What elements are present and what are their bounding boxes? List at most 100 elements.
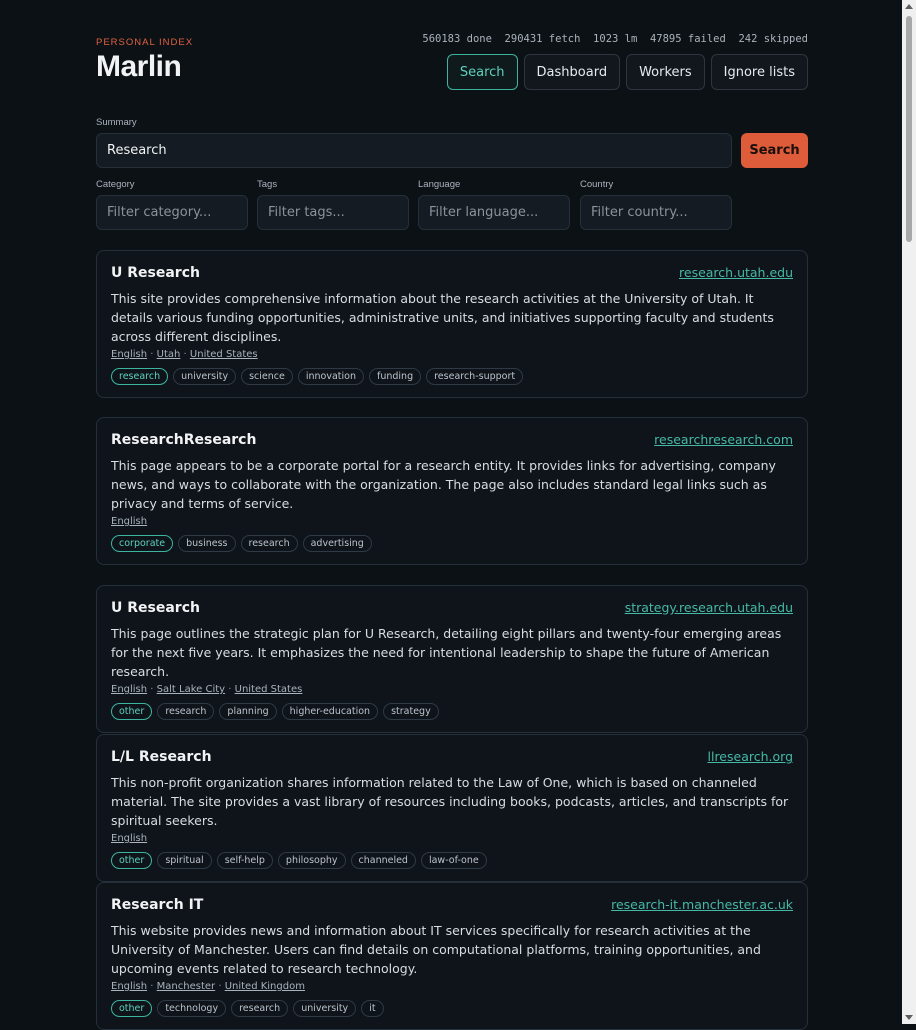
tag-chip[interactable]: research	[240, 535, 298, 552]
result-title: L/L Research	[111, 749, 212, 765]
tag-chip[interactable]: strategy	[383, 703, 439, 720]
meta-separator: ·	[147, 684, 157, 695]
search-button[interactable]: Search	[741, 133, 808, 168]
meta-separator: ·	[215, 981, 225, 992]
scroll-up-icon[interactable]	[905, 4, 913, 9]
result-meta: English · Manchester · United Kingdom	[111, 981, 793, 992]
tag-chip[interactable]: it	[361, 1000, 384, 1017]
tag-chip[interactable]: spiritual	[157, 852, 212, 869]
tag-chip[interactable]: self-help	[216, 852, 273, 869]
meta-separator: ·	[225, 684, 235, 695]
category-label: Category	[96, 179, 135, 190]
result-meta: English · Salt Lake City · United States	[111, 684, 793, 695]
result-title: Research IT	[111, 897, 204, 913]
result-meta: English	[111, 516, 793, 527]
result-title: ResearchResearch	[111, 432, 257, 448]
result-description: This website provides news and informati…	[111, 923, 761, 976]
language-label: Language	[418, 179, 461, 190]
nav-search-button[interactable]: Search	[446, 54, 518, 90]
meta-link[interactable]: English	[111, 684, 147, 695]
tag-chip[interactable]: law-of-one	[420, 852, 487, 869]
tag-chip[interactable]: university	[173, 368, 237, 385]
tag-chip[interactable]: research	[157, 703, 215, 720]
meta-link[interactable]: United States	[235, 684, 303, 695]
scrollbar-thumb[interactable]	[906, 16, 912, 242]
category-tag[interactable]: research	[111, 368, 169, 385]
result-url-link[interactable]: research.utah.edu	[679, 265, 793, 280]
result-url-link[interactable]: strategy.research.utah.edu	[625, 600, 793, 615]
tag-chip[interactable]: research	[231, 1000, 289, 1017]
tag-chip[interactable]: business	[178, 535, 236, 552]
category-tag[interactable]: corporate	[111, 535, 174, 552]
result-card: U Research research.utah.edu This site pro…	[96, 250, 808, 398]
result-card: Research IT research-it.manchester.ac.uk T…	[96, 882, 808, 1030]
tags-filter-input[interactable]	[257, 195, 409, 230]
result-meta: English · Utah · United States	[111, 349, 793, 360]
result-meta: English	[111, 833, 793, 844]
tag-chip[interactable]: technology	[157, 1000, 227, 1017]
country-filter-input[interactable]	[580, 195, 732, 230]
result-description: This page appears to be a corporate port…	[111, 458, 776, 511]
result-url-link[interactable]: research-it.manchester.ac.uk	[611, 897, 793, 912]
meta-separator: ·	[147, 349, 157, 360]
nav-workers-button[interactable]: Workers	[626, 54, 705, 90]
summary-label: Summary	[96, 117, 137, 128]
scroll-down-icon[interactable]	[905, 1015, 913, 1020]
category-filter-input[interactable]	[96, 195, 248, 230]
result-card: ResearchResearch researchresearch.com This…	[96, 417, 808, 565]
result-title: U Research	[111, 265, 200, 281]
meta-link[interactable]: United Kingdom	[225, 981, 305, 992]
category-tag[interactable]: other	[111, 1000, 153, 1017]
meta-link[interactable]: Salt Lake City	[157, 684, 225, 695]
tag-chip[interactable]: science	[241, 368, 293, 385]
meta-link[interactable]: United States	[190, 349, 258, 360]
nav-ignore-lists-button[interactable]: Ignore lists	[710, 54, 808, 90]
result-tags: research university science innovation fundi…	[111, 368, 793, 385]
summary-search-input[interactable]	[96, 133, 732, 168]
category-tag[interactable]: other	[111, 703, 153, 720]
meta-link[interactable]: English	[111, 349, 147, 360]
result-description: This site provides comprehensive informa…	[111, 291, 774, 344]
meta-link[interactable]: Manchester	[157, 981, 215, 992]
result-title: U Research	[111, 600, 200, 616]
nav-dashboard-button[interactable]: Dashboard	[523, 54, 621, 90]
tag-chip[interactable]: channeled	[350, 852, 416, 869]
meta-link[interactable]: Utah	[157, 349, 181, 360]
crawl-stats: 560183 done 290431 fetch 1023 lm 47895 f…	[422, 33, 808, 45]
tag-chip[interactable]: funding	[369, 368, 422, 385]
app-eyebrow: PERSONAL INDEX	[96, 37, 194, 48]
result-header: U Research strategy.research.utah.edu	[111, 600, 793, 616]
result-tags: other spiritual self-help philosophy channel…	[111, 852, 793, 869]
result-header: Research IT research-it.manchester.ac.uk	[111, 897, 793, 913]
category-tag[interactable]: other	[111, 852, 153, 869]
tags-label: Tags	[257, 179, 278, 190]
tag-chip[interactable]: advertising	[302, 535, 372, 552]
result-header: ResearchResearch researchresearch.com	[111, 432, 793, 448]
top-nav: Search Dashboard Workers Ignore lists	[446, 54, 808, 90]
result-url-link[interactable]: llresearch.org	[708, 749, 794, 764]
result-header: L/L Research llresearch.org	[111, 749, 793, 765]
result-header: U Research research.utah.edu	[111, 265, 793, 281]
tag-chip[interactable]: university	[293, 1000, 357, 1017]
tag-chip[interactable]: planning	[219, 703, 277, 720]
meta-separator: ·	[180, 349, 190, 360]
meta-link[interactable]: English	[111, 516, 147, 527]
result-tags: corporate business research advertising	[111, 535, 793, 552]
result-description: This non-profit organization shares info…	[111, 775, 789, 828]
meta-separator: ·	[147, 981, 157, 992]
tag-chip[interactable]: philosophy	[277, 852, 346, 869]
meta-link[interactable]: English	[111, 981, 147, 992]
tag-chip[interactable]: innovation	[297, 368, 364, 385]
result-tags: other technology research university it	[111, 1000, 793, 1017]
result-card: L/L Research llresearch.org This non-profi…	[96, 734, 808, 882]
country-label: Country	[580, 179, 614, 190]
tag-chip[interactable]: higher-education	[281, 703, 379, 720]
result-url-link[interactable]: researchresearch.com	[654, 432, 793, 447]
app-title: Marlin	[96, 50, 182, 83]
scrollbar[interactable]	[902, 0, 916, 1024]
result-description: This page outlines the strategic plan fo…	[111, 626, 782, 679]
result-card: U Research strategy.research.utah.edu This…	[96, 585, 808, 733]
tag-chip[interactable]: research-support	[426, 368, 524, 385]
meta-link[interactable]: English	[111, 833, 147, 844]
language-filter-input[interactable]	[418, 195, 570, 230]
